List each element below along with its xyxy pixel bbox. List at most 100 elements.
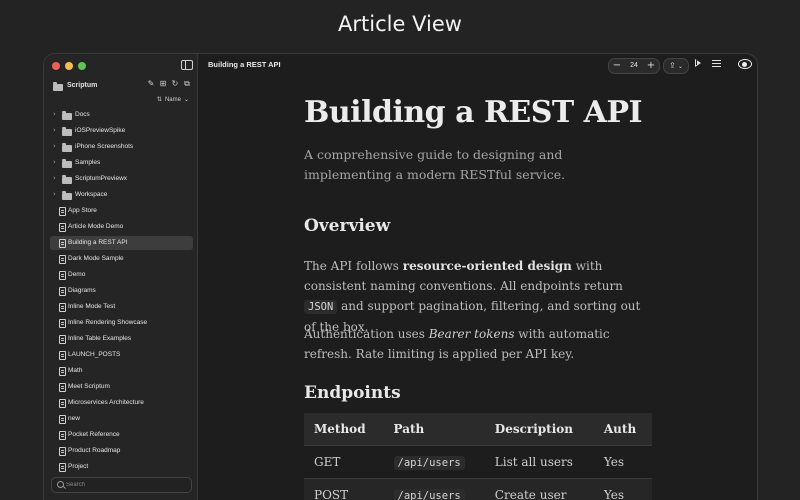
table-cell: GET: [304, 445, 384, 479]
sidebar-item-label: Inline Table Examples: [68, 335, 132, 342]
new-folder-icon[interactable]: ⊞: [159, 80, 167, 88]
sidebar-folder[interactable]: › Workspace: [50, 188, 193, 202]
table-row: POST /api/users Create user Yes: [304, 478, 652, 500]
sidebar-file[interactable]: LAUNCH_POSTS: [50, 348, 193, 362]
sidebar-folder[interactable]: › ScriptumPreviewx: [50, 172, 193, 186]
sidebar-folder[interactable]: › iPhone Screenshots: [50, 140, 193, 154]
table-header: Method: [304, 413, 384, 446]
table-cell: List all users: [484, 445, 594, 479]
play-icon[interactable]: [695, 59, 701, 67]
sidebar-folder[interactable]: › Docs: [50, 108, 193, 122]
document-icon: [59, 351, 66, 360]
sidebar-item-label: Pocket Reference: [68, 431, 120, 438]
page-heading: Article View: [338, 12, 462, 36]
endpoints-table: Method Path Description Auth GET /api/us…: [304, 413, 652, 500]
sidebar-file[interactable]: Pocket Reference: [50, 428, 193, 442]
sidebar-file[interactable]: Demo: [50, 268, 193, 282]
sidebar-item-label: Demo: [68, 271, 86, 278]
sidebar-file[interactable]: Inline Rendering Showcase: [50, 316, 193, 330]
sidebar-file[interactable]: Project: [50, 460, 193, 474]
sort-icon: ⇅: [156, 97, 162, 103]
sidebar-folder[interactable]: › Samples: [50, 156, 193, 170]
project-header: Scriptum ✎ ⊞ ↻ ⧉: [51, 80, 191, 94]
sidebar-item-label: Workspace: [75, 191, 108, 198]
sidebar-item-label: Docs: [75, 111, 90, 118]
bold-text: resource-oriented design: [402, 259, 572, 273]
sidebar-item-label: Microservices Architecture: [68, 399, 144, 406]
sidebar-item-label: Inline Rendering Showcase: [68, 319, 148, 326]
project-actions: ✎ ⊞ ↻ ⧉: [147, 80, 191, 88]
sidebar: Scriptum ✎ ⊞ ↻ ⧉ ⇅ Name ⌄ › Docs › iOSPrevi…: [44, 54, 198, 500]
outline-icon[interactable]: [712, 60, 721, 67]
sidebar-file[interactable]: Inline Table Examples: [50, 332, 193, 346]
sidebar-toggle-icon[interactable]: [181, 60, 193, 70]
table-cell: Yes: [593, 445, 652, 479]
share-button[interactable]: ⇪ ⌄: [663, 58, 689, 74]
preview-eye-icon[interactable]: [738, 59, 752, 69]
folder-icon: [62, 143, 72, 152]
table-row: GET /api/users List all users Yes: [304, 445, 652, 479]
zoom-out-button[interactable]: −: [612, 60, 622, 71]
sidebar-item-label: Diagrams: [68, 287, 96, 294]
sidebar-file[interactable]: new: [50, 412, 193, 426]
sidebar-folder[interactable]: › iOSPreviewSpike: [50, 124, 193, 138]
sidebar-file[interactable]: Inline Mode Test: [50, 300, 193, 314]
refresh-icon[interactable]: ↻: [171, 80, 179, 88]
document-icon: [59, 399, 66, 408]
document-icon: [59, 463, 66, 472]
article-title: Building a REST API: [304, 95, 643, 130]
chevron-right-icon: ›: [53, 158, 56, 166]
sidebar-file[interactable]: Dark Mode Sample: [50, 252, 193, 266]
sidebar-item-label: Math: [68, 367, 83, 374]
table-header: Auth: [593, 413, 652, 446]
document-icon: [59, 335, 66, 344]
document-title: Building a REST API: [208, 60, 281, 69]
sidebar-item-label: iPhone Screenshots: [75, 143, 134, 150]
article-lead: A comprehensive guide to designing and i…: [304, 147, 566, 182]
zoom-in-button[interactable]: +: [646, 60, 656, 71]
sidebar-file[interactable]: Product Roadmap: [50, 444, 193, 458]
sidebar-file[interactable]: App Store: [50, 204, 193, 218]
sidebar-item-label: App Store: [68, 207, 97, 214]
chevron-right-icon: ›: [53, 110, 56, 118]
endpoints-heading: Endpoints: [304, 383, 401, 403]
sidebar-file[interactable]: Diagrams: [50, 284, 193, 298]
document-icon: [59, 447, 66, 456]
chevron-right-icon: ›: [53, 190, 56, 198]
sidebar-item-label: iOSPreviewSpike: [75, 127, 126, 134]
sidebar-file[interactable]: Article Mode Demo: [50, 220, 193, 234]
file-tree: › Docs › iOSPreviewSpike › iPhone Screenshots…: [50, 108, 193, 476]
new-file-icon[interactable]: ✎: [147, 80, 155, 88]
sidebar-item-label: Product Roadmap: [68, 447, 121, 454]
document-icon: [59, 319, 66, 328]
sidebar-item-label: Inline Mode Test: [68, 303, 116, 310]
document-icon: [59, 367, 66, 376]
sidebar-file[interactable]: Meet Scriptum: [50, 380, 193, 394]
folder-icon: [62, 175, 72, 184]
auth-paragraph: Authentication uses Bearer tokens with a…: [304, 327, 610, 361]
close-window-button[interactable]: [52, 62, 60, 70]
table-header-row: Method Path Description Auth: [304, 413, 652, 446]
zoom-value: 24: [630, 62, 638, 69]
sidebar-item-label: LAUNCH_POSTS: [68, 351, 121, 358]
chevron-right-icon: ›: [53, 126, 56, 134]
zoom-window-button[interactable]: [78, 62, 86, 70]
share-icon: ⇪: [669, 61, 676, 70]
sidebar-item-label: Samples: [75, 159, 101, 166]
folder-icon: [62, 159, 72, 168]
minimize-window-button[interactable]: [65, 62, 73, 70]
sidebar-file[interactable]: Microservices Architecture: [50, 396, 193, 410]
sidebar-file[interactable]: Math: [50, 364, 193, 378]
document-icon: [59, 287, 66, 296]
folder-icon: [62, 111, 72, 120]
sidebar-file[interactable]: Building a REST API: [50, 236, 193, 250]
document-icon: [59, 255, 66, 264]
app-window: Scriptum ✎ ⊞ ↻ ⧉ ⇅ Name ⌄ › Docs › iOSPrevi…: [44, 54, 757, 500]
sort-control[interactable]: ⇅ Name ⌄: [156, 96, 189, 104]
sidebar-item-label: Building a REST API: [68, 239, 128, 246]
inline-code: JSON: [304, 300, 338, 314]
search-input[interactable]: [66, 479, 186, 490]
copy-icon[interactable]: ⧉: [183, 80, 191, 88]
chevron-down-icon: ⌄: [678, 63, 684, 70]
sidebar-item-label: ScriptumPreviewx: [75, 175, 128, 182]
